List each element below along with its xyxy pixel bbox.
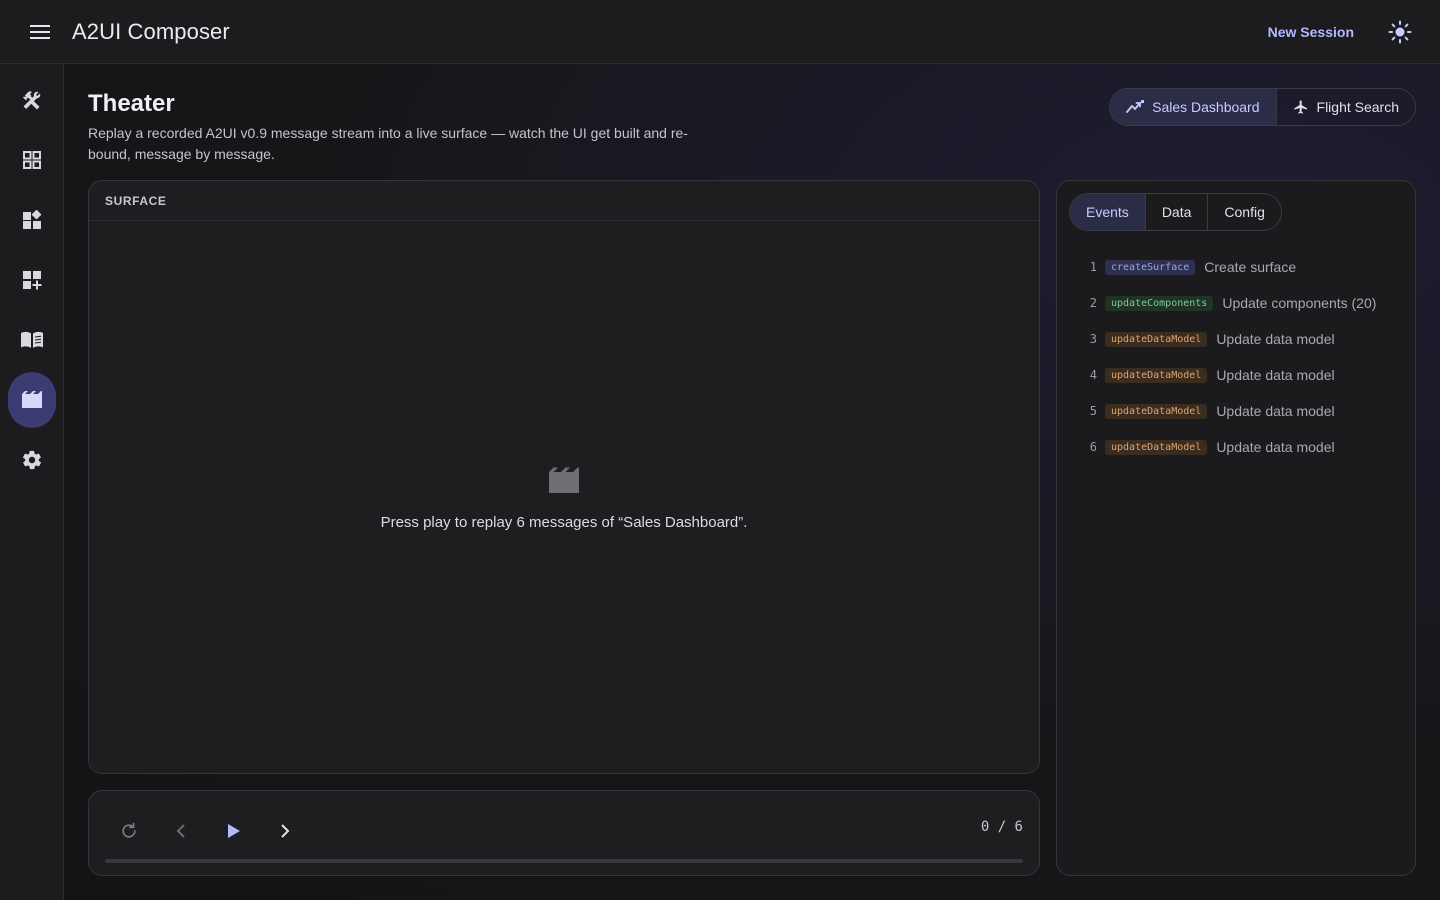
- hamburger-icon: [30, 24, 50, 39]
- page-title: Theater: [88, 90, 175, 117]
- event-row[interactable]: 2 updateComponents Update components (20): [1081, 285, 1403, 321]
- gear-icon: [22, 450, 42, 470]
- play-icon: [228, 824, 240, 838]
- menu-button[interactable]: [0, 0, 80, 64]
- clapperboard-icon: [549, 467, 579, 493]
- rail-item-settings[interactable]: [8, 436, 56, 484]
- event-label: Update data model: [1216, 403, 1335, 419]
- dashboard-add-icon: [23, 271, 42, 290]
- inspector-panel: Events Data Config 1 createSurface Create …: [1056, 180, 1416, 876]
- surface-empty-state: Press play to replay 6 messages of “Sale…: [89, 466, 1039, 531]
- event-number: 6: [1089, 440, 1097, 454]
- event-row[interactable]: 1 createSurface Create surface: [1081, 249, 1403, 285]
- event-label: Update data model: [1216, 439, 1335, 455]
- top-app-bar: A2UI Composer New Session: [0, 0, 1440, 64]
- event-type-badge: updateDataModel: [1105, 439, 1208, 455]
- tab-data[interactable]: Data: [1144, 194, 1208, 230]
- rail-item-widgets[interactable]: [8, 196, 56, 244]
- event-list: 1 createSurface Create surface 2 updateCompo…: [1081, 249, 1403, 465]
- play-button[interactable]: [218, 815, 250, 847]
- app-title: A2UI Composer: [72, 18, 230, 44]
- progress-bar[interactable]: [105, 859, 1023, 863]
- page-description: Replay a recorded A2UI v0.9 message stre…: [88, 125, 688, 162]
- event-type-badge: createSurface: [1105, 259, 1196, 275]
- event-label: Create surface: [1204, 259, 1297, 275]
- event-label: Update components (20): [1222, 295, 1377, 311]
- event-number: 2: [1089, 296, 1097, 310]
- tab-config[interactable]: Config: [1207, 194, 1280, 230]
- replay-icon: [122, 822, 136, 838]
- event-type-badge: updateComponents: [1105, 295, 1214, 311]
- event-number: 4: [1089, 368, 1097, 382]
- event-row[interactable]: 3 updateDataModel Update data model: [1081, 321, 1403, 357]
- rail-item-components[interactable]: [8, 256, 56, 304]
- new-session-button[interactable]: New Session: [1268, 24, 1354, 40]
- scenario-label: Sales Dashboard: [1152, 99, 1260, 115]
- rail-item-theater[interactable]: [8, 372, 56, 428]
- tab-events[interactable]: Events: [1070, 194, 1145, 230]
- widgets-icon: [23, 210, 42, 229]
- playback-controls: 0 / 6: [88, 790, 1040, 876]
- chevron-left-icon: [176, 824, 185, 838]
- event-label: Update data model: [1216, 331, 1335, 347]
- grid-icon: [23, 151, 41, 169]
- navigation-rail: [0, 64, 64, 900]
- empty-state-message: Press play to replay 6 messages of “Sale…: [380, 514, 748, 531]
- event-number: 5: [1089, 404, 1097, 418]
- scenario-flight-search-button[interactable]: Flight Search: [1277, 89, 1415, 125]
- surface-panel: SURFACE Press play to replay 6 messages …: [88, 180, 1040, 774]
- plane-icon: [1293, 100, 1307, 114]
- sun-icon: [1388, 20, 1412, 43]
- scenario-label: Flight Search: [1316, 99, 1399, 115]
- event-type-badge: updateDataModel: [1105, 367, 1208, 383]
- event-row[interactable]: 6 updateDataModel Update data model: [1081, 429, 1403, 465]
- restart-button[interactable]: [113, 815, 145, 847]
- rail-item-tools[interactable]: [8, 76, 56, 124]
- book-icon: [21, 331, 43, 348]
- theme-toggle-button[interactable]: [1388, 20, 1412, 44]
- tools-icon: [22, 91, 41, 110]
- surface-label: SURFACE: [105, 193, 167, 208]
- rail-item-gallery[interactable]: [8, 136, 56, 184]
- event-type-badge: updateDataModel: [1105, 403, 1208, 419]
- rail-item-docs[interactable]: [8, 316, 56, 364]
- inspector-tabs: Events Data Config: [1069, 193, 1282, 231]
- chevron-right-icon: [281, 824, 290, 838]
- event-number: 1: [1089, 260, 1097, 274]
- event-type-badge: updateDataModel: [1105, 331, 1208, 347]
- message-counter: 0 / 6: [980, 819, 1023, 835]
- event-row[interactable]: 4 updateDataModel Update data model: [1081, 357, 1403, 393]
- event-label: Update data model: [1216, 367, 1335, 383]
- clapperboard-icon: [22, 391, 42, 408]
- next-button[interactable]: [269, 815, 301, 847]
- previous-button[interactable]: [165, 815, 197, 847]
- scenario-selector: Sales Dashboard Flight Search: [1109, 88, 1416, 126]
- trending-icon: [1126, 100, 1145, 113]
- event-number: 3: [1089, 332, 1097, 346]
- event-row[interactable]: 5 updateDataModel Update data model: [1081, 393, 1403, 429]
- surface-header: SURFACE: [89, 181, 1039, 221]
- main-content: Theater Replay a recorded A2UI v0.9 mess…: [64, 64, 1440, 900]
- scenario-sales-dashboard-button[interactable]: Sales Dashboard: [1110, 89, 1277, 125]
